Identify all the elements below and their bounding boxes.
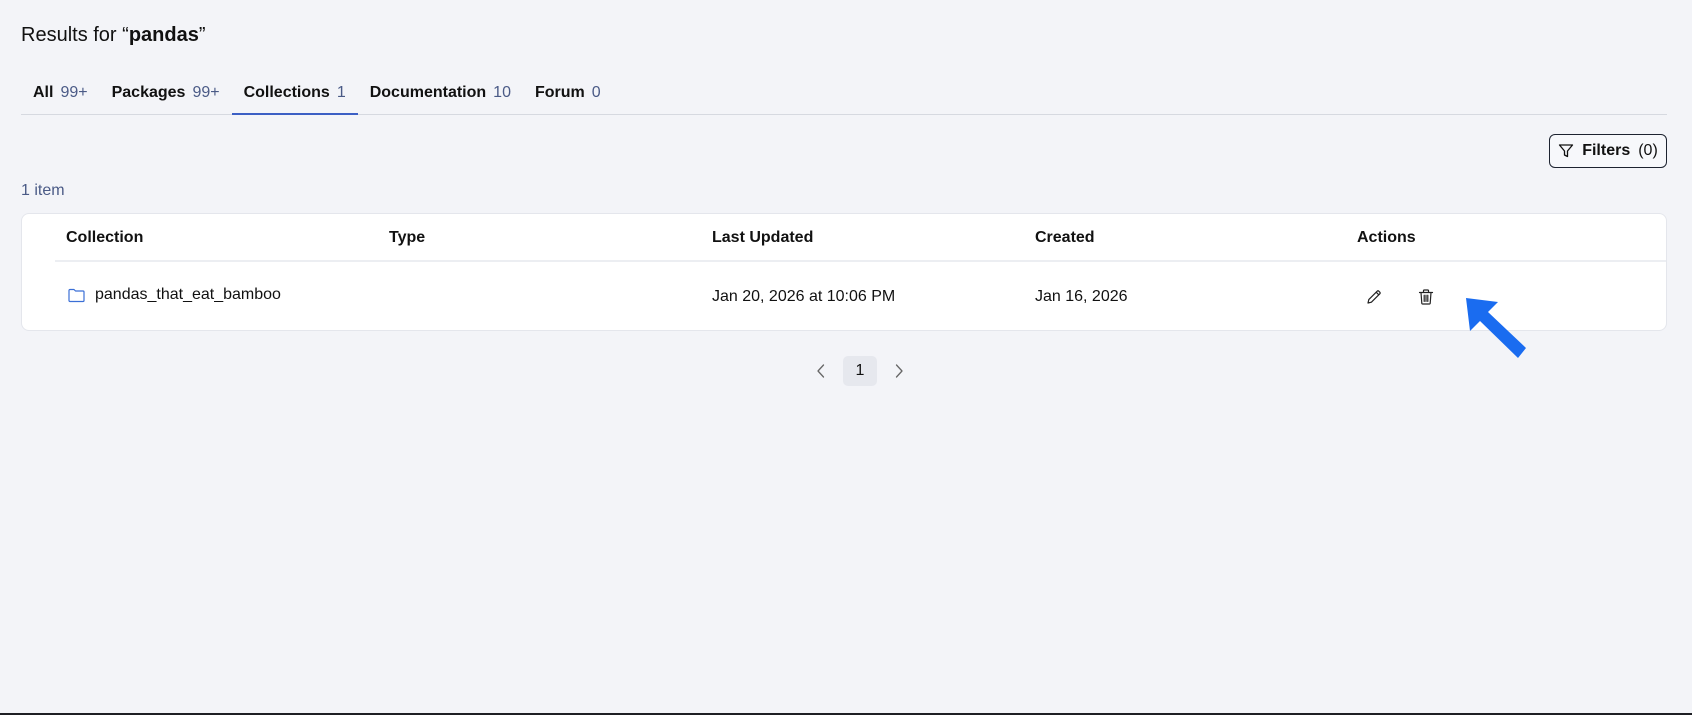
previous-page-button[interactable] xyxy=(811,356,831,386)
tab-count: 10 xyxy=(493,84,511,101)
tab-collections[interactable]: Collections 1 xyxy=(231,78,358,115)
tab-label: Packages xyxy=(111,84,186,101)
search-query: pandas xyxy=(128,24,199,46)
column-header-last-updated[interactable]: Last Updated xyxy=(712,229,813,247)
chevron-right-icon xyxy=(895,364,903,378)
tab-count: 99+ xyxy=(192,84,220,101)
page-number-current[interactable]: 1 xyxy=(843,356,877,386)
next-page-button[interactable] xyxy=(889,356,909,386)
table-header: Collection Type Last Updated Created Act… xyxy=(22,214,1666,261)
edit-button[interactable] xyxy=(1362,285,1386,309)
tab-count: 0 xyxy=(591,84,601,101)
last-updated-cell: Jan 20, 2026 at 10:06 PM xyxy=(712,288,896,305)
tab-label: Collections xyxy=(243,84,330,101)
collections-table: Collection Type Last Updated Created Act… xyxy=(21,213,1667,331)
tab-packages[interactable]: Packages 99+ xyxy=(100,78,232,114)
tab-label: All xyxy=(33,84,54,101)
tab-all[interactable]: All 99+ xyxy=(21,78,100,114)
collection-name-link[interactable]: pandas_that_eat_bamboo xyxy=(95,286,281,304)
page-title: Results for “pandas” xyxy=(21,24,206,47)
trash-icon xyxy=(1418,289,1434,305)
arrow-pointer-icon xyxy=(1466,298,1526,358)
table-row[interactable]: pandas_that_eat_bamboo Jan 20, 2026 at 1… xyxy=(22,262,1666,330)
created-cell: Jan 16, 2026 xyxy=(1035,288,1128,305)
results-count: 1 item xyxy=(21,182,65,199)
tab-count: 1 xyxy=(336,84,346,101)
tab-count: 99+ xyxy=(60,84,88,101)
column-header-collection[interactable]: Collection xyxy=(66,229,143,247)
title-suffix: ” xyxy=(198,24,206,46)
column-header-actions: Actions xyxy=(1357,229,1416,246)
chevron-left-icon xyxy=(817,364,825,378)
filters-label: Filters xyxy=(1582,142,1631,159)
tab-label: Forum xyxy=(534,84,585,101)
pagination: 1 xyxy=(811,356,909,386)
title-prefix: Results for “ xyxy=(21,24,129,46)
folder-icon xyxy=(68,288,85,302)
tab-forum[interactable]: Forum 0 xyxy=(523,78,613,114)
delete-button[interactable] xyxy=(1414,285,1438,309)
column-header-type[interactable]: Type xyxy=(389,229,425,247)
column-header-created[interactable]: Created xyxy=(1035,229,1095,247)
pencil-icon xyxy=(1367,290,1381,304)
filters-count: (0) xyxy=(1638,142,1658,159)
tab-label: Documentation xyxy=(369,84,487,101)
result-tabs: All 99+ Packages 99+ Collections 1 Docum… xyxy=(21,78,1667,115)
filter-icon xyxy=(1559,144,1574,158)
filters-button[interactable]: Filters (0) xyxy=(1549,134,1667,168)
tab-documentation[interactable]: Documentation 10 xyxy=(358,78,523,114)
collection-cell[interactable]: pandas_that_eat_bamboo xyxy=(68,286,281,304)
